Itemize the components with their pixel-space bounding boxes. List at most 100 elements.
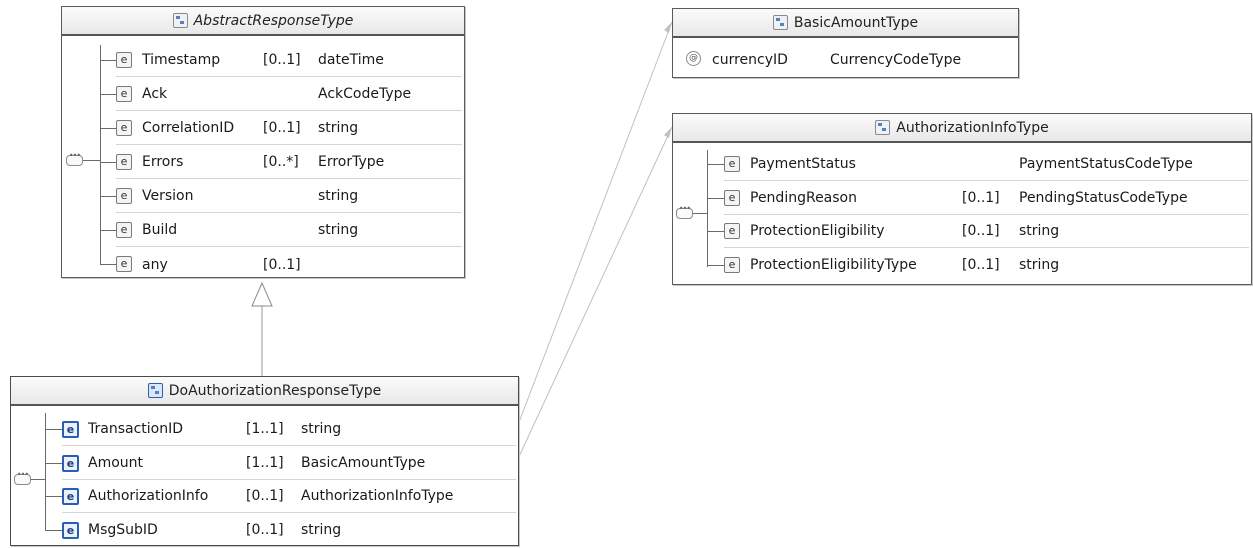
member-row[interactable]: e ProtectionEligibility [0..1] string xyxy=(724,215,1249,248)
element-icon: e xyxy=(62,521,79,539)
tree-branch xyxy=(45,462,62,464)
tree-branch xyxy=(45,496,62,497)
element-icon: e xyxy=(116,188,132,204)
tree-branch xyxy=(45,429,62,430)
abstract-response-type-header: AbstractResponseType xyxy=(62,7,464,36)
authorization-info-type-header: AuthorizationInfoType xyxy=(673,114,1251,143)
element-icon: e xyxy=(724,156,740,172)
member-type: AckCodeType xyxy=(318,86,412,102)
amount-type-arrowhead xyxy=(664,22,672,33)
member-name: AuthorizationInfo xyxy=(88,488,209,504)
element-icon: e xyxy=(116,222,132,238)
member-row[interactable]: e Amount [1..1] BasicAmountType xyxy=(62,447,516,480)
element-icon: e xyxy=(116,52,132,68)
authinfo-type-link xyxy=(515,126,673,464)
member-name: ProtectionEligibility xyxy=(750,223,885,239)
tree-branch xyxy=(100,94,116,95)
element-icon: e xyxy=(62,454,79,472)
tree-branch xyxy=(45,529,62,531)
member-name: any xyxy=(142,256,168,273)
member-row[interactable]: e Ack AckCodeType xyxy=(116,78,462,111)
element-icon: e xyxy=(724,223,740,239)
member-cardinality: [0..1] xyxy=(246,522,284,538)
tree-branch xyxy=(707,264,724,266)
member-row[interactable]: e CorrelationID [0..1] string xyxy=(116,112,462,145)
member-row[interactable]: e Timestamp [0..1] dateTime xyxy=(116,44,462,77)
member-type: string xyxy=(1019,257,1060,273)
member-name: currencyID xyxy=(712,51,788,68)
member-name: CorrelationID xyxy=(142,120,235,136)
member-row[interactable]: e MsgSubID [0..1] string xyxy=(62,514,516,547)
member-name: Version xyxy=(142,188,194,204)
member-row[interactable]: e AuthorizationInfo [0..1] AuthorizationInf… xyxy=(62,480,516,513)
do-authorization-response-type-header: DoAuthorizationResponseType xyxy=(11,377,518,406)
member-type: CurrencyCodeType xyxy=(830,51,962,68)
abstract-tree-line xyxy=(100,45,101,264)
complex-type-icon xyxy=(772,15,788,30)
member-cardinality: [0..1] xyxy=(263,52,301,68)
member-row[interactable]: e PaymentStatus PaymentStatusCodeType xyxy=(724,148,1249,181)
element-icon: e xyxy=(116,154,132,170)
member-cardinality: [0..1] xyxy=(962,189,1000,206)
member-type: string xyxy=(1019,223,1060,239)
member-row[interactable]: e Version string xyxy=(116,180,462,213)
member-type: string xyxy=(301,421,342,437)
tree-branch xyxy=(100,60,116,61)
tree-branch xyxy=(707,197,724,199)
member-cardinality: [1..1] xyxy=(246,454,284,471)
member-row[interactable]: e any [0..1] xyxy=(116,248,462,281)
member-type: ErrorType xyxy=(318,154,385,170)
inheritance-arrowhead xyxy=(251,281,273,307)
member-row[interactable]: e ProtectionEligibilityType [0..1] string xyxy=(724,249,1249,282)
any-element-icon: e xyxy=(116,256,132,272)
member-type: string xyxy=(318,222,359,238)
sequence-icon[interactable] xyxy=(676,204,693,219)
tree-branch xyxy=(100,230,116,231)
member-cardinality: [1..1] xyxy=(246,421,284,437)
member-type: string xyxy=(318,188,359,204)
member-name: ProtectionEligibilityType xyxy=(750,257,917,273)
member-name: Amount xyxy=(88,454,144,471)
authorization-info-tree-line xyxy=(707,150,708,267)
element-icon: e xyxy=(116,86,132,102)
member-cardinality: [0..1] xyxy=(263,256,301,273)
member-name: Timestamp xyxy=(142,52,221,68)
member-row[interactable]: e Build string xyxy=(116,214,462,247)
member-cardinality: [0..1] xyxy=(962,223,1000,239)
amount-type-link xyxy=(515,21,673,431)
do-authorization-tree-line xyxy=(45,413,46,530)
sequence-icon[interactable] xyxy=(14,470,31,485)
basic-amount-type-header: BasicAmountType xyxy=(673,9,1018,38)
authorization-info-type-title: AuthorizationInfoType xyxy=(896,119,1049,136)
authinfo-type-arrowhead xyxy=(664,127,672,138)
sequence-icon[interactable] xyxy=(66,151,83,166)
member-name: Build xyxy=(142,222,178,238)
member-cardinality: [0..*] xyxy=(263,154,299,170)
complex-type-icon xyxy=(172,13,188,28)
member-name: MsgSubID xyxy=(88,522,158,538)
tree-branch xyxy=(100,264,116,265)
member-cardinality: [0..1] xyxy=(263,120,301,136)
do-authorization-response-type-title: DoAuthorizationResponseType xyxy=(168,382,382,399)
member-row[interactable]: e Errors [0..*] ErrorType xyxy=(116,146,462,179)
element-icon: e xyxy=(62,421,79,438)
member-name: TransactionID xyxy=(88,421,183,437)
element-icon: e xyxy=(724,256,740,273)
tree-branch xyxy=(707,231,724,232)
complex-element-icon: e xyxy=(62,488,79,505)
abstract-response-type-title: AbstractResponseType xyxy=(193,12,354,29)
member-cardinality: [0..1] xyxy=(962,257,1000,273)
member-row[interactable]: @ currencyID CurrencyCodeType xyxy=(686,43,1016,76)
member-cardinality: [0..1] xyxy=(246,488,284,504)
complex-type-icon xyxy=(875,120,891,135)
member-type: AuthorizationInfoType xyxy=(301,488,454,504)
member-type: string xyxy=(301,522,342,538)
complex-type-icon xyxy=(147,383,163,398)
member-row[interactable]: e TransactionID [1..1] string xyxy=(62,413,516,446)
member-type: dateTime xyxy=(318,52,384,68)
member-name: Ack xyxy=(142,86,168,102)
member-row[interactable]: e PendingReason [0..1] PendingStatusCodeTyp… xyxy=(724,182,1249,215)
member-name: PaymentStatus xyxy=(750,156,856,172)
tree-branch xyxy=(100,196,116,197)
member-name: PendingReason xyxy=(750,189,857,206)
